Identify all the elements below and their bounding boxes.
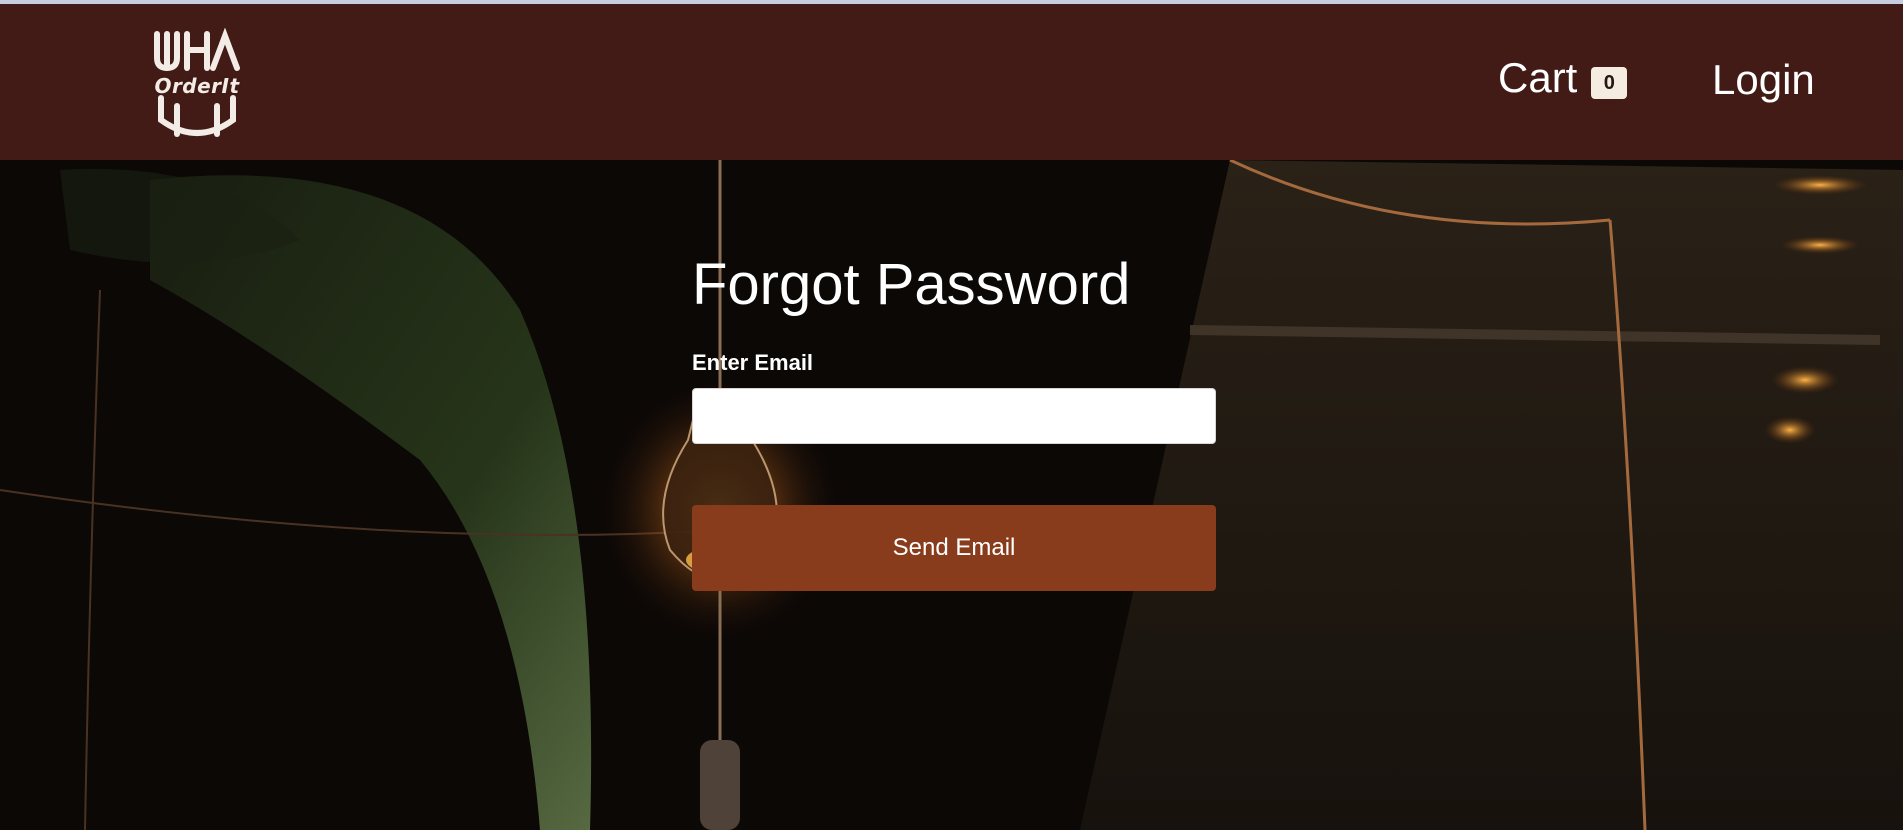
navbar: OrderIt Cart 0 Login <box>0 4 1903 160</box>
email-label: Enter Email <box>692 350 814 375</box>
cart-count-badge: 0 <box>1591 67 1628 99</box>
hero-section: Forgot Password Enter Email Send Email <box>0 160 1903 830</box>
cart-label: Cart <box>1498 54 1578 101</box>
email-input[interactable] <box>692 388 1216 444</box>
orderit-logo-icon[interactable]: OrderIt <box>147 28 247 140</box>
cart-link[interactable]: Cart 0 <box>1498 52 1628 104</box>
send-email-button[interactable]: Send Email <box>692 505 1216 591</box>
login-link[interactable]: Login <box>1712 56 1815 104</box>
forgot-password-form: Forgot Password Enter Email Send Email <box>692 250 1216 591</box>
page-title: Forgot Password <box>692 252 1131 317</box>
logo-text: OrderIt <box>154 74 240 98</box>
